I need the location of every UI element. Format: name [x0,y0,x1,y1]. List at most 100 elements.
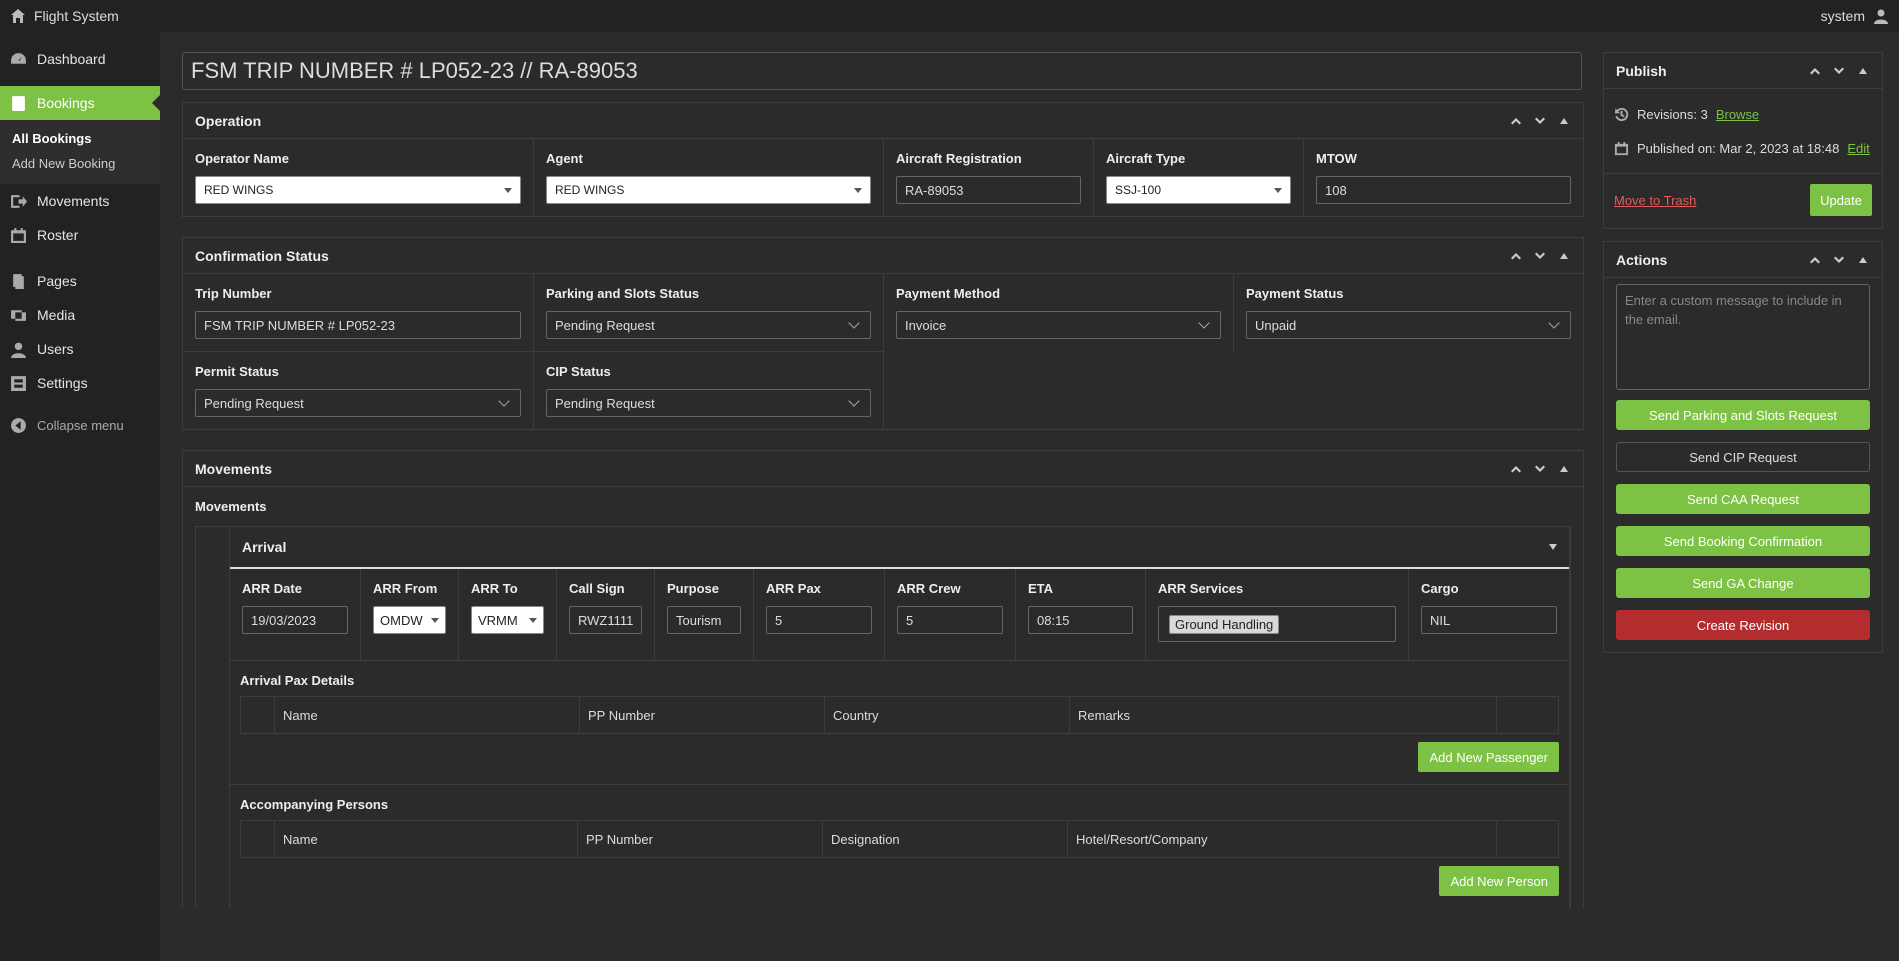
toggle-panel-icon[interactable] [1557,462,1571,476]
publish-header: Publish [1604,53,1882,89]
payment-status-select[interactable]: Unpaid [1246,311,1571,339]
media-icon [11,309,26,321]
arr-date-input[interactable]: 19/03/2023 [242,606,348,634]
aircraft-type-select[interactable]: SSJ-100 [1106,176,1291,204]
column-name: Name [275,821,578,857]
move-down-icon[interactable] [1832,64,1846,78]
right-sidebar: Publish Revisions: 3 Browse Published on… [1603,52,1883,665]
revisions-text: Revisions: 3 [1637,106,1708,122]
service-tag[interactable]: Ground Handling [1169,614,1280,634]
arr-to-select[interactable]: VRMM [471,606,544,634]
dropdown-caret-icon [854,187,862,193]
move-up-icon[interactable] [1509,249,1523,263]
toggle-panel-icon[interactable] [1557,114,1571,128]
send-ga-change-button[interactable]: Send GA Change [1616,568,1870,598]
row-actions-column [1497,697,1558,733]
dropdown-caret-icon [529,617,537,623]
sidebar-item-dashboard[interactable]: Dashboard [0,42,160,76]
create-revision-button[interactable]: Create Revision [1616,610,1870,640]
toggle-panel-icon[interactable] [1856,253,1870,267]
parking-slots-status-select[interactable]: Pending Request [546,311,871,339]
add-new-passenger-button[interactable]: Add New Passenger [1418,742,1559,772]
submenu-all-bookings[interactable]: All Bookings [0,126,160,151]
sidebar-item-roster[interactable]: Roster [0,218,160,252]
move-down-icon[interactable] [1533,114,1547,128]
settings-icon [11,375,26,391]
permit-status-select[interactable]: Pending Request [195,389,521,417]
purpose-label: Purpose [667,581,720,596]
sidebar-item-media[interactable]: Media [0,298,160,332]
collapse-menu-button[interactable]: Collapse menu [0,408,160,442]
cargo-input[interactable]: NIL [1421,606,1557,634]
movements-subheading: Movements [195,499,267,514]
published-date-row: Published on: Mar 2, 2023 at 18:48 Edit [1604,131,1882,165]
sidebar-item-movements[interactable]: Movements [0,184,160,218]
send-caa-request-button[interactable]: Send CAA Request [1616,484,1870,514]
payment-method-select[interactable]: Invoice [896,311,1221,339]
home-icon [11,9,25,23]
site-home-link[interactable]: Flight System [10,8,119,24]
move-up-icon[interactable] [1808,64,1822,78]
call-sign-input[interactable]: RWZ1111 [569,606,642,634]
send-booking-confirmation-button[interactable]: Send Booking Confirmation [1616,526,1870,556]
submenu-add-new-booking[interactable]: Add New Booking [0,151,160,176]
move-up-icon[interactable] [1509,462,1523,476]
cip-status-select[interactable]: Pending Request [546,389,871,417]
send-cip-request-button[interactable]: Send CIP Request [1616,442,1870,472]
send-parking-slots-request-button[interactable]: Send Parking and Slots Request [1616,400,1870,430]
arr-pax-input[interactable]: 5 [766,606,872,634]
move-up-icon[interactable] [1509,114,1523,128]
custom-message-textarea[interactable]: Enter a custom message to include in the… [1616,284,1870,390]
sidebar-item-bookings[interactable]: Bookings [0,86,160,120]
sidebar-item-settings[interactable]: Settings [0,366,160,400]
arr-services-select[interactable]: Ground Handling [1158,606,1396,642]
operation-fields: Operator Name RED WINGS Agent RED WINGS … [183,139,1583,216]
arrival-header[interactable]: Arrival [230,527,1569,569]
post-title-input[interactable]: FSM TRIP NUMBER # LP052-23 // RA-89053 [182,52,1582,90]
column-pp-number: PP Number [578,821,823,857]
edit-date-link[interactable]: Edit [1847,141,1869,156]
arr-from-label: ARR From [373,581,438,596]
user-menu[interactable]: system [1821,8,1889,24]
toggle-panel-icon[interactable] [1856,64,1870,78]
collapse-triangle-icon[interactable] [1549,544,1557,550]
column-country: Country [825,697,1070,733]
toggle-panel-icon[interactable] [1557,249,1571,263]
trip-number-input[interactable]: FSM TRIP NUMBER # LP052-23 [195,311,521,339]
calendar-icon [11,227,26,243]
agent-select[interactable]: RED WINGS [546,176,871,204]
dashboard-icon [11,52,26,64]
sidebar-item-users[interactable]: Users [0,332,160,366]
arr-crew-label: ARR Crew [897,581,961,596]
user-icon [1874,9,1888,24]
move-up-icon[interactable] [1808,253,1822,267]
aircraft-registration-label: Aircraft Registration [896,151,1022,166]
eta-input[interactable]: 08:15 [1028,606,1133,634]
publish-actions: Move to Trash Update [1604,173,1882,228]
arr-pax-label: ARR Pax [766,581,821,596]
permit-status-label: Permit Status [195,364,279,379]
mtow-label: MTOW [1316,151,1357,166]
dropdown-caret-icon [1274,187,1282,193]
site-name: Flight System [34,8,119,24]
move-to-trash-link[interactable]: Move to Trash [1614,193,1696,208]
update-button[interactable]: Update [1810,184,1872,216]
arr-crew-input[interactable]: 5 [897,606,1003,634]
mtow-input[interactable]: 108 [1316,176,1571,204]
purpose-input[interactable]: Tourism [667,606,741,634]
aircraft-type-label: Aircraft Type [1106,151,1186,166]
move-down-icon[interactable] [1533,249,1547,263]
arr-from-select[interactable]: OMDW [373,606,446,634]
aircraft-registration-input[interactable]: RA-89053 [896,176,1081,204]
row-actions-column [1497,821,1558,857]
move-down-icon[interactable] [1832,253,1846,267]
add-new-person-button[interactable]: Add New Person [1439,866,1559,896]
column-name: Name [275,697,580,733]
history-icon [1614,107,1629,121]
pages-icon [13,273,24,289]
move-down-icon[interactable] [1533,462,1547,476]
browse-revisions-link[interactable]: Browse [1716,107,1759,122]
sidebar-item-pages[interactable]: Pages [0,264,160,298]
payment-status-label: Payment Status [1246,286,1344,301]
operator-name-select[interactable]: RED WINGS [195,176,521,204]
